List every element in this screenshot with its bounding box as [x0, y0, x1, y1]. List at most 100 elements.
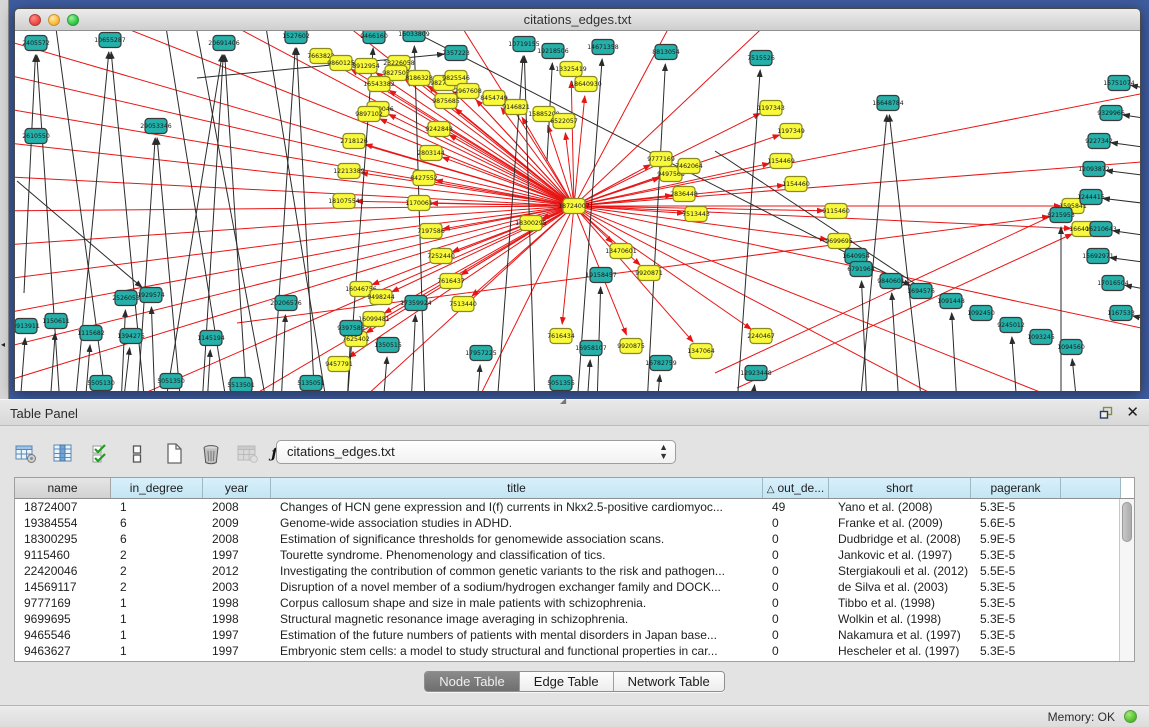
network-canvas[interactable]: 1872400776638229860125891295423226058982…: [15, 31, 1140, 391]
graph-node[interactable]: 7616434: [547, 329, 575, 344]
graph-node[interactable]: 1094560: [1057, 340, 1085, 355]
graph-node[interactable]: 2718126: [340, 134, 368, 149]
graph-node[interactable]: 1115682: [77, 326, 105, 341]
trash-icon[interactable]: [199, 443, 223, 465]
graph-node[interactable]: 7462064: [675, 159, 703, 174]
graph-node[interactable]: 7513440: [449, 297, 477, 312]
collapse-arrow-icon[interactable]: ◂: [1, 340, 5, 349]
graph-node[interactable]: 1394275: [117, 329, 145, 344]
graph-node[interactable]: 5051350: [157, 374, 185, 389]
graph-node[interactable]: 15751074: [1103, 76, 1135, 91]
network-select[interactable]: citations_edges.txt ▲▼: [276, 440, 676, 464]
graph-node[interactable]: 12923448: [740, 366, 772, 381]
new-file-icon[interactable]: [162, 443, 186, 465]
table-vertical-scrollbar[interactable]: [1119, 499, 1134, 661]
graph-node[interactable]: 16210643: [1085, 222, 1117, 237]
graph-node[interactable]: 1197343: [757, 101, 785, 116]
float-panel-icon[interactable]: [1099, 406, 1114, 420]
graph-node[interactable]: 9242848: [425, 122, 453, 137]
graph-node[interactable]: 18640930: [570, 77, 602, 92]
graph-node[interactable]: 1527602: [282, 31, 310, 44]
table-row[interactable]: 1872400712008Changes of HCN gene express…: [15, 499, 1134, 515]
graph-node[interactable]: 8912954: [352, 59, 380, 74]
table-row[interactable]: 1938455462009Genome-wide association stu…: [15, 515, 1134, 531]
graph-node[interactable]: 8215953: [1047, 208, 1075, 223]
rows-icon[interactable]: [125, 443, 149, 465]
green-checks-icon[interactable]: [88, 443, 112, 465]
tab-edge-table[interactable]: Edge Table: [520, 672, 614, 691]
graph-node[interactable]: 1197349: [777, 124, 805, 139]
graph-node[interactable]: 9457791: [325, 357, 353, 372]
graph-node[interactable]: 1154460: [782, 177, 810, 192]
graph-node[interactable]: 17359924: [400, 296, 432, 311]
graph-node[interactable]: 1244415: [1077, 190, 1105, 205]
graph-node[interactable]: 29053346: [140, 119, 172, 134]
graph-node[interactable]: 6791964: [847, 262, 875, 277]
table-settings-icon[interactable]: [14, 443, 38, 465]
scrollbar-thumb[interactable]: [1122, 502, 1132, 542]
splitter-grip[interactable]: ◢: [560, 396, 567, 403]
graph-node[interactable]: 9840601: [877, 274, 905, 289]
table-row[interactable]: 911546021997Tourette syndrome. Phenomeno…: [15, 547, 1134, 563]
graph-node[interactable]: 1093245: [1027, 330, 1055, 345]
graph-node[interactable]: 9875685: [432, 94, 460, 109]
graph-node[interactable]: 9897102: [355, 107, 383, 122]
tab-network-table[interactable]: Network Table: [614, 672, 724, 691]
graph-node[interactable]: 1350515: [374, 338, 402, 353]
graph-node[interactable]: 5513501: [227, 378, 255, 392]
graph-node[interactable]: 15692971: [1082, 249, 1114, 264]
graph-node[interactable]: 16958107: [575, 341, 607, 356]
graph-node[interactable]: 5135051: [297, 376, 325, 391]
graph-node[interactable]: 9115460: [822, 204, 850, 219]
graph-node[interactable]: 9146821: [502, 100, 530, 115]
graph-node[interactable]: 12093872: [1078, 162, 1110, 177]
close-panel-icon[interactable]: ✕: [1126, 404, 1139, 422]
graph-node[interactable]: 2405572: [22, 36, 50, 51]
graph-node[interactable]: 18107554: [328, 194, 360, 209]
table-row[interactable]: 977716911998Corpus callosum shape and si…: [15, 595, 1134, 611]
graph-node[interactable]: 16543382: [363, 77, 395, 92]
graph-node[interactable]: 9860125: [327, 56, 355, 71]
column-header-year[interactable]: year: [203, 478, 271, 498]
graph-node[interactable]: 8427552: [410, 171, 438, 186]
graph-node[interactable]: 1694576: [907, 284, 935, 299]
graph-node[interactable]: 9329966: [1097, 106, 1125, 121]
column-header-out_de[interactable]: △out_de...: [763, 478, 829, 498]
column-header-in_degree[interactable]: in_degree: [111, 478, 203, 498]
graph-node[interactable]: 8813054: [652, 45, 680, 60]
graph-node[interactable]: 5051355: [547, 376, 575, 391]
network-window-titlebar[interactable]: citations_edges.txt: [15, 9, 1140, 31]
column-header-pagerank[interactable]: pagerank: [971, 478, 1061, 498]
graph-node[interactable]: 20206576: [270, 296, 302, 311]
graph-node[interactable]: 2967608: [454, 84, 482, 99]
graph-node[interactable]: 3913911: [15, 319, 40, 334]
graph-node[interactable]: 12213389: [333, 164, 365, 179]
graph-node[interactable]: 7515526: [747, 51, 775, 66]
table-row[interactable]: 1830029562008Estimation of significance …: [15, 531, 1134, 547]
column-header-title[interactable]: title: [271, 478, 763, 498]
graph-node[interactable]: 18724007: [558, 199, 590, 214]
graph-node[interactable]: 10719155: [508, 37, 540, 52]
graph-node[interactable]: 14671358: [587, 40, 619, 55]
graph-node[interactable]: 9466160: [360, 31, 388, 44]
graph-node[interactable]: 13325419: [555, 62, 587, 77]
graph-node[interactable]: 7197586: [417, 224, 445, 239]
graph-node[interactable]: 9227342: [1085, 134, 1113, 149]
graph-node[interactable]: 18300295: [515, 216, 547, 231]
graph-node[interactable]: 2836448: [670, 187, 698, 202]
graph-node[interactable]: 9920871: [635, 266, 663, 281]
graph-node[interactable]: 1929574: [137, 288, 165, 303]
graph-node[interactable]: 19158457: [585, 268, 617, 283]
graph-node[interactable]: 7616437: [437, 274, 465, 289]
graph-node[interactable]: 6522057: [550, 114, 578, 129]
column-header-name[interactable]: name: [15, 478, 111, 498]
table-row[interactable]: 969969511998Structural magnetic resonanc…: [15, 611, 1134, 627]
graph-node[interactable]: 1154469: [767, 154, 795, 169]
graph-node[interactable]: 10655287: [94, 33, 126, 48]
graph-node[interactable]: 16648784: [872, 96, 904, 111]
graph-node[interactable]: 1347064: [687, 344, 715, 359]
graph-node[interactable]: 7252440: [427, 249, 455, 264]
graph-node[interactable]: 1150611: [42, 314, 70, 329]
table-row[interactable]: 946554611997Estimation of the future num…: [15, 627, 1134, 643]
graph-node[interactable]: 5505130: [87, 376, 115, 391]
